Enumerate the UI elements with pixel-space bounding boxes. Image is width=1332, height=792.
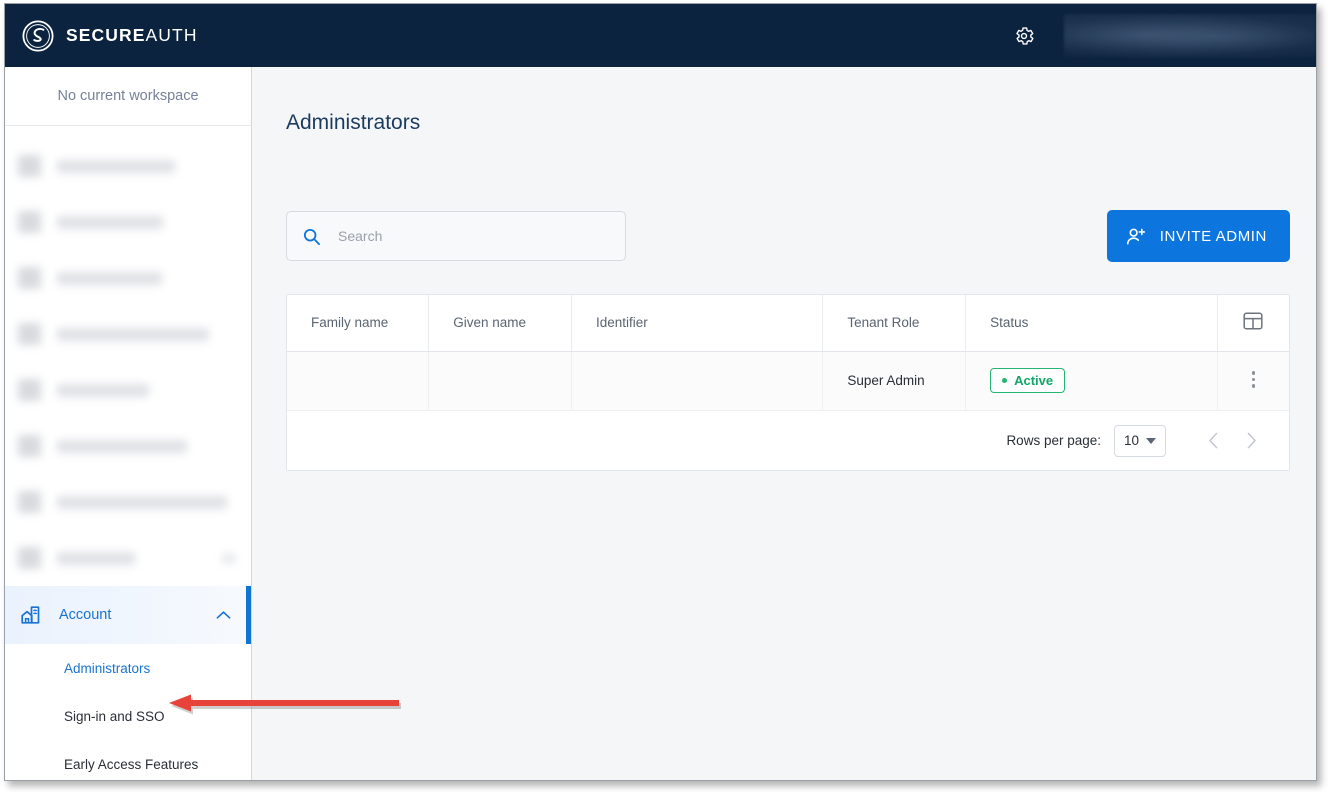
- table-head: Family name Given name Identifier Tenant…: [287, 295, 1289, 352]
- rows-per-page-value: 10: [1123, 433, 1140, 448]
- status-badge: Active: [990, 368, 1066, 394]
- main-content: Administrators Search INVITE ADMIN Famil…: [252, 67, 1316, 780]
- pager-controls: [1201, 429, 1263, 453]
- cell-identifier: [571, 351, 824, 410]
- table-toolbar: INVITE ADMIN: [286, 210, 1290, 263]
- sidebar-item-redacted[interactable]: [5, 194, 251, 250]
- screenshot-root: SECUREAUTH No current workspace Account …: [0, 0, 1332, 792]
- nav-label-placeholder: [57, 439, 187, 453]
- rows-per-page-label: Rows per page:: [1006, 433, 1101, 448]
- chevron-left-icon: [1208, 432, 1217, 449]
- sidebar-item-redacted[interactable]: [5, 362, 251, 418]
- column-settings-button[interactable]: [1217, 295, 1289, 352]
- column-header-family-name[interactable]: Family name: [287, 295, 430, 352]
- sidebar-item-redacted[interactable]: [5, 418, 251, 474]
- column-header-tenant-role[interactable]: Tenant Role: [822, 295, 967, 352]
- chevron-down-icon: [1146, 437, 1157, 444]
- administrators-table: Family name Given name Identifier Tenant…: [287, 295, 1289, 410]
- top-header-right: [1009, 4, 1316, 67]
- nav-icon-placeholder: [18, 379, 41, 401]
- table-columns-icon: [1243, 312, 1263, 330]
- chevron-up-icon[interactable]: [216, 610, 231, 620]
- chevron-placeholder-icon: [222, 553, 235, 563]
- search-box[interactable]: [286, 211, 626, 261]
- cell-status: Active: [965, 351, 1218, 410]
- chevron-right-icon: [1247, 432, 1256, 449]
- sidebar-item-administrators[interactable]: Administrators: [5, 644, 251, 692]
- administrators-table-card: Family name Given name Identifier Tenant…: [286, 294, 1290, 471]
- column-header-status[interactable]: Status: [965, 295, 1218, 352]
- sidebar-redacted-items: [5, 126, 251, 586]
- top-header-bar: SECUREAUTH: [5, 4, 1316, 67]
- browser-window: SECUREAUTH No current workspace Account …: [4, 3, 1317, 781]
- workspace-selector[interactable]: No current workspace: [5, 67, 251, 126]
- page-body: No current workspace Account Administrat…: [5, 67, 1316, 780]
- sidebar-item-redacted[interactable]: [5, 250, 251, 306]
- nav-label-placeholder: [57, 383, 149, 397]
- table-row[interactable]: Super Admin Active: [287, 351, 1289, 410]
- next-page-button[interactable]: [1239, 429, 1263, 453]
- nav-icon-placeholder: [18, 267, 41, 289]
- user-account-menu[interactable]: [1064, 13, 1316, 58]
- table-body: Super Admin Active: [287, 351, 1289, 410]
- nav-label-placeholder: [57, 159, 175, 173]
- nav-icon-placeholder: [18, 155, 41, 177]
- sidebar-item-redacted[interactable]: [5, 474, 251, 530]
- table-pagination: Rows per page: 10: [287, 410, 1289, 470]
- kebab-menu-icon[interactable]: [1251, 368, 1256, 391]
- nav-label-placeholder: [57, 215, 163, 229]
- settings-button[interactable]: [1009, 21, 1039, 51]
- person-add-icon: [1126, 228, 1145, 245]
- invite-admin-button[interactable]: INVITE ADMIN: [1106, 210, 1290, 262]
- column-header-identifier[interactable]: Identifier: [571, 295, 824, 352]
- account-building-icon: [21, 606, 40, 624]
- nav-label-placeholder: [57, 327, 209, 341]
- brand-text-bold: SECURE: [66, 25, 146, 45]
- sidebar-item-account-label: Account: [59, 607, 112, 623]
- sidebar-item-signin-and-sso[interactable]: Sign-in and SSO: [5, 692, 251, 740]
- search-input[interactable]: [338, 228, 588, 244]
- nav-icon-placeholder: [18, 435, 41, 457]
- brand-text-light: AUTH: [145, 25, 198, 45]
- sidebar-item-redacted[interactable]: [5, 306, 251, 362]
- sidebar-nav: No current workspace Account Administrat…: [5, 67, 252, 780]
- rows-per-page-select[interactable]: 10: [1114, 424, 1166, 457]
- nav-icon-placeholder: [18, 323, 41, 345]
- nav-icon-placeholder: [18, 547, 41, 569]
- cell-tenant-role: Super Admin: [822, 351, 967, 410]
- nav-label-placeholder: [57, 551, 135, 565]
- column-header-given-name[interactable]: Given name: [428, 295, 572, 352]
- status-dot-icon: [1002, 378, 1008, 384]
- gear-icon: [1016, 26, 1034, 45]
- nav-icon-placeholder: [18, 491, 41, 513]
- nav-label-placeholder: [57, 271, 162, 285]
- table-header-row: Family name Given name Identifier Tenant…: [287, 295, 1289, 352]
- invite-admin-label: INVITE ADMIN: [1159, 227, 1267, 245]
- cell-given-name: [428, 351, 572, 410]
- sidebar-item-redacted[interactable]: [5, 138, 251, 194]
- brand-logo[interactable]: SECUREAUTH: [21, 19, 198, 53]
- previous-page-button[interactable]: [1201, 429, 1225, 453]
- cell-family-name: [287, 351, 430, 410]
- page-title: Administrators: [286, 111, 421, 134]
- secureauth-circle-logo-icon: [22, 19, 54, 52]
- nav-label-placeholder: [57, 495, 227, 509]
- status-badge-label: Active: [1014, 373, 1054, 389]
- cell-row-actions[interactable]: [1217, 351, 1289, 410]
- search-icon: [303, 228, 321, 245]
- brand-text: SECUREAUTH: [66, 25, 198, 46]
- sidebar-item-account[interactable]: Account: [5, 586, 251, 644]
- sidebar-item-redacted[interactable]: [5, 530, 251, 586]
- nav-icon-placeholder: [18, 211, 41, 233]
- sidebar-item-early-access-features[interactable]: Early Access Features: [5, 740, 251, 780]
